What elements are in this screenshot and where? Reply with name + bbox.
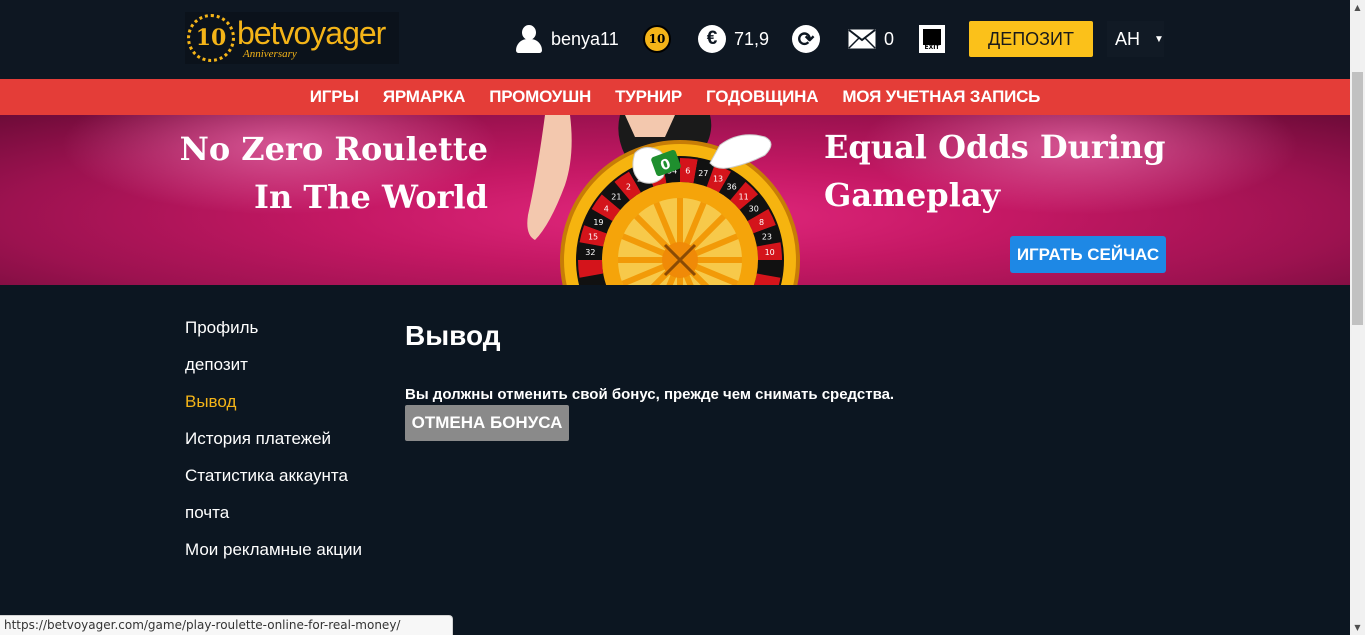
scrollbar-thumb[interactable] (1352, 72, 1363, 325)
banner-right-line2: Gameplay (824, 176, 1001, 214)
messages-button[interactable]: 0 (848, 22, 894, 56)
sidebar-item-profile[interactable]: Профиль (185, 310, 395, 347)
nav-item-games[interactable]: ИГРЫ (310, 87, 359, 107)
wheel-number: 10 (765, 248, 775, 257)
refresh-icon: ⟳ (792, 25, 820, 53)
top-header: 10 betvoyager Anniversary benya11 10 € 7… (0, 0, 1350, 79)
logo-name: betvoyager (237, 14, 386, 51)
bonus-notice: Вы должны отменить свой бонус, прежде че… (405, 386, 895, 403)
user-account[interactable]: benya11 (515, 22, 619, 56)
sidebar-item-mail[interactable]: почта (185, 495, 395, 532)
wheel-number: 36 (727, 182, 737, 191)
logo-text: betvoyager Anniversary (237, 14, 386, 60)
wheel-number: 21 (611, 192, 621, 201)
account-sidebar: Профиль депозит Вывод История платежей С… (185, 310, 395, 569)
username: benya11 (551, 28, 619, 49)
banner-right-text: Equal Odds During Gameplay (824, 123, 1224, 219)
language-select[interactable]: АН ▼ (1107, 21, 1164, 57)
sidebar-item-deposit[interactable]: депозит (185, 347, 395, 384)
exit-label: EXIT (924, 44, 940, 51)
wheel-number: 8 (759, 218, 764, 227)
logo-subtitle: Anniversary (243, 47, 297, 60)
play-now-button[interactable]: ИГРАТЬ СЕЙЧАС (1010, 236, 1166, 273)
anniversary-logo-badge: 10 (187, 14, 235, 62)
sidebar-item-my-promotions[interactable]: Мои рекламные акции (185, 532, 395, 569)
sidebar-item-withdrawal[interactable]: Вывод (185, 384, 395, 421)
chevron-down-icon: ▼ (1154, 33, 1164, 45)
nav-item-tournament[interactable]: ТУРНИР (615, 87, 682, 107)
wheel-number: 11 (739, 192, 749, 201)
wheel-number: 2 (626, 182, 631, 191)
exit-icon: EXIT (919, 25, 945, 53)
wheel-number: 27 (698, 169, 708, 178)
anniversary-button[interactable]: 10 (643, 22, 671, 56)
scroll-down-arrow-icon[interactable]: ▼ (1350, 620, 1365, 635)
balance-value: 71,9 (734, 28, 770, 49)
link-status-bar: https://betvoyager.com/game/play-roulett… (0, 615, 453, 635)
wheel-number: 32 (585, 248, 595, 257)
refresh-balance-button[interactable]: ⟳ (792, 22, 820, 56)
scroll-up-arrow-icon[interactable]: ▲ (1350, 0, 1365, 15)
cancel-bonus-button[interactable]: ОТМЕНА БОНУСА (405, 405, 569, 441)
nav-item-promotions[interactable]: ПРОМОУШН (489, 87, 591, 107)
wheel-number: 23 (762, 233, 772, 242)
betvoyager-logo[interactable]: 10 betvoyager Anniversary (185, 12, 399, 64)
page-title: Вывод (405, 320, 501, 351)
main-nav: ИГРЫ ЯРМАРКА ПРОМОУШН ТУРНИР ГОДОВЩИНА М… (0, 79, 1350, 115)
euro-icon: € (698, 25, 726, 53)
sidebar-item-account-statistics[interactable]: Статистика аккаунта (185, 458, 395, 495)
banner-left-text: No Zero Roulette In The World (150, 125, 488, 221)
wheel-number: 6 (685, 166, 690, 175)
nav-item-my-account[interactable]: МОЯ УЧЕТНАЯ ЗАПИСЬ (842, 87, 1040, 107)
wheel-number: 19 (593, 218, 603, 227)
logout-button[interactable]: EXIT (919, 22, 945, 56)
page-scrollbar[interactable]: ▲ ▼ (1350, 0, 1365, 635)
sidebar-item-payment-history[interactable]: История платежей (185, 421, 395, 458)
wheel-number: 30 (749, 204, 759, 213)
nav-item-anniversary[interactable]: ГОДОВЩИНА (706, 87, 819, 107)
banner-left-line1: No Zero Roulette (179, 130, 488, 168)
roulette-wheel-illustration: 32151942122517346271336113082310 0 (527, 115, 800, 285)
user-icon (515, 24, 543, 54)
language-value: АН (1115, 28, 1141, 49)
wheel-number: 15 (588, 233, 598, 242)
envelope-icon (848, 29, 876, 49)
deposit-button[interactable]: ДЕПОЗИТ (969, 21, 1093, 57)
wheel-number: 13 (713, 174, 723, 183)
promo-banner[interactable]: No Zero Roulette In The World 32 15 19 4 21 2… (0, 115, 1350, 285)
balance-display[interactable]: € 71,9 (698, 22, 769, 56)
nav-item-fair[interactable]: ЯРМАРКА (383, 87, 466, 107)
banner-left-line2: In The World (253, 178, 488, 216)
banner-right-line1: Equal Odds During (824, 128, 1166, 166)
wheel-number: 4 (604, 204, 609, 213)
anniversary-coin-icon: 10 (643, 25, 671, 53)
messages-count: 0 (884, 28, 895, 49)
